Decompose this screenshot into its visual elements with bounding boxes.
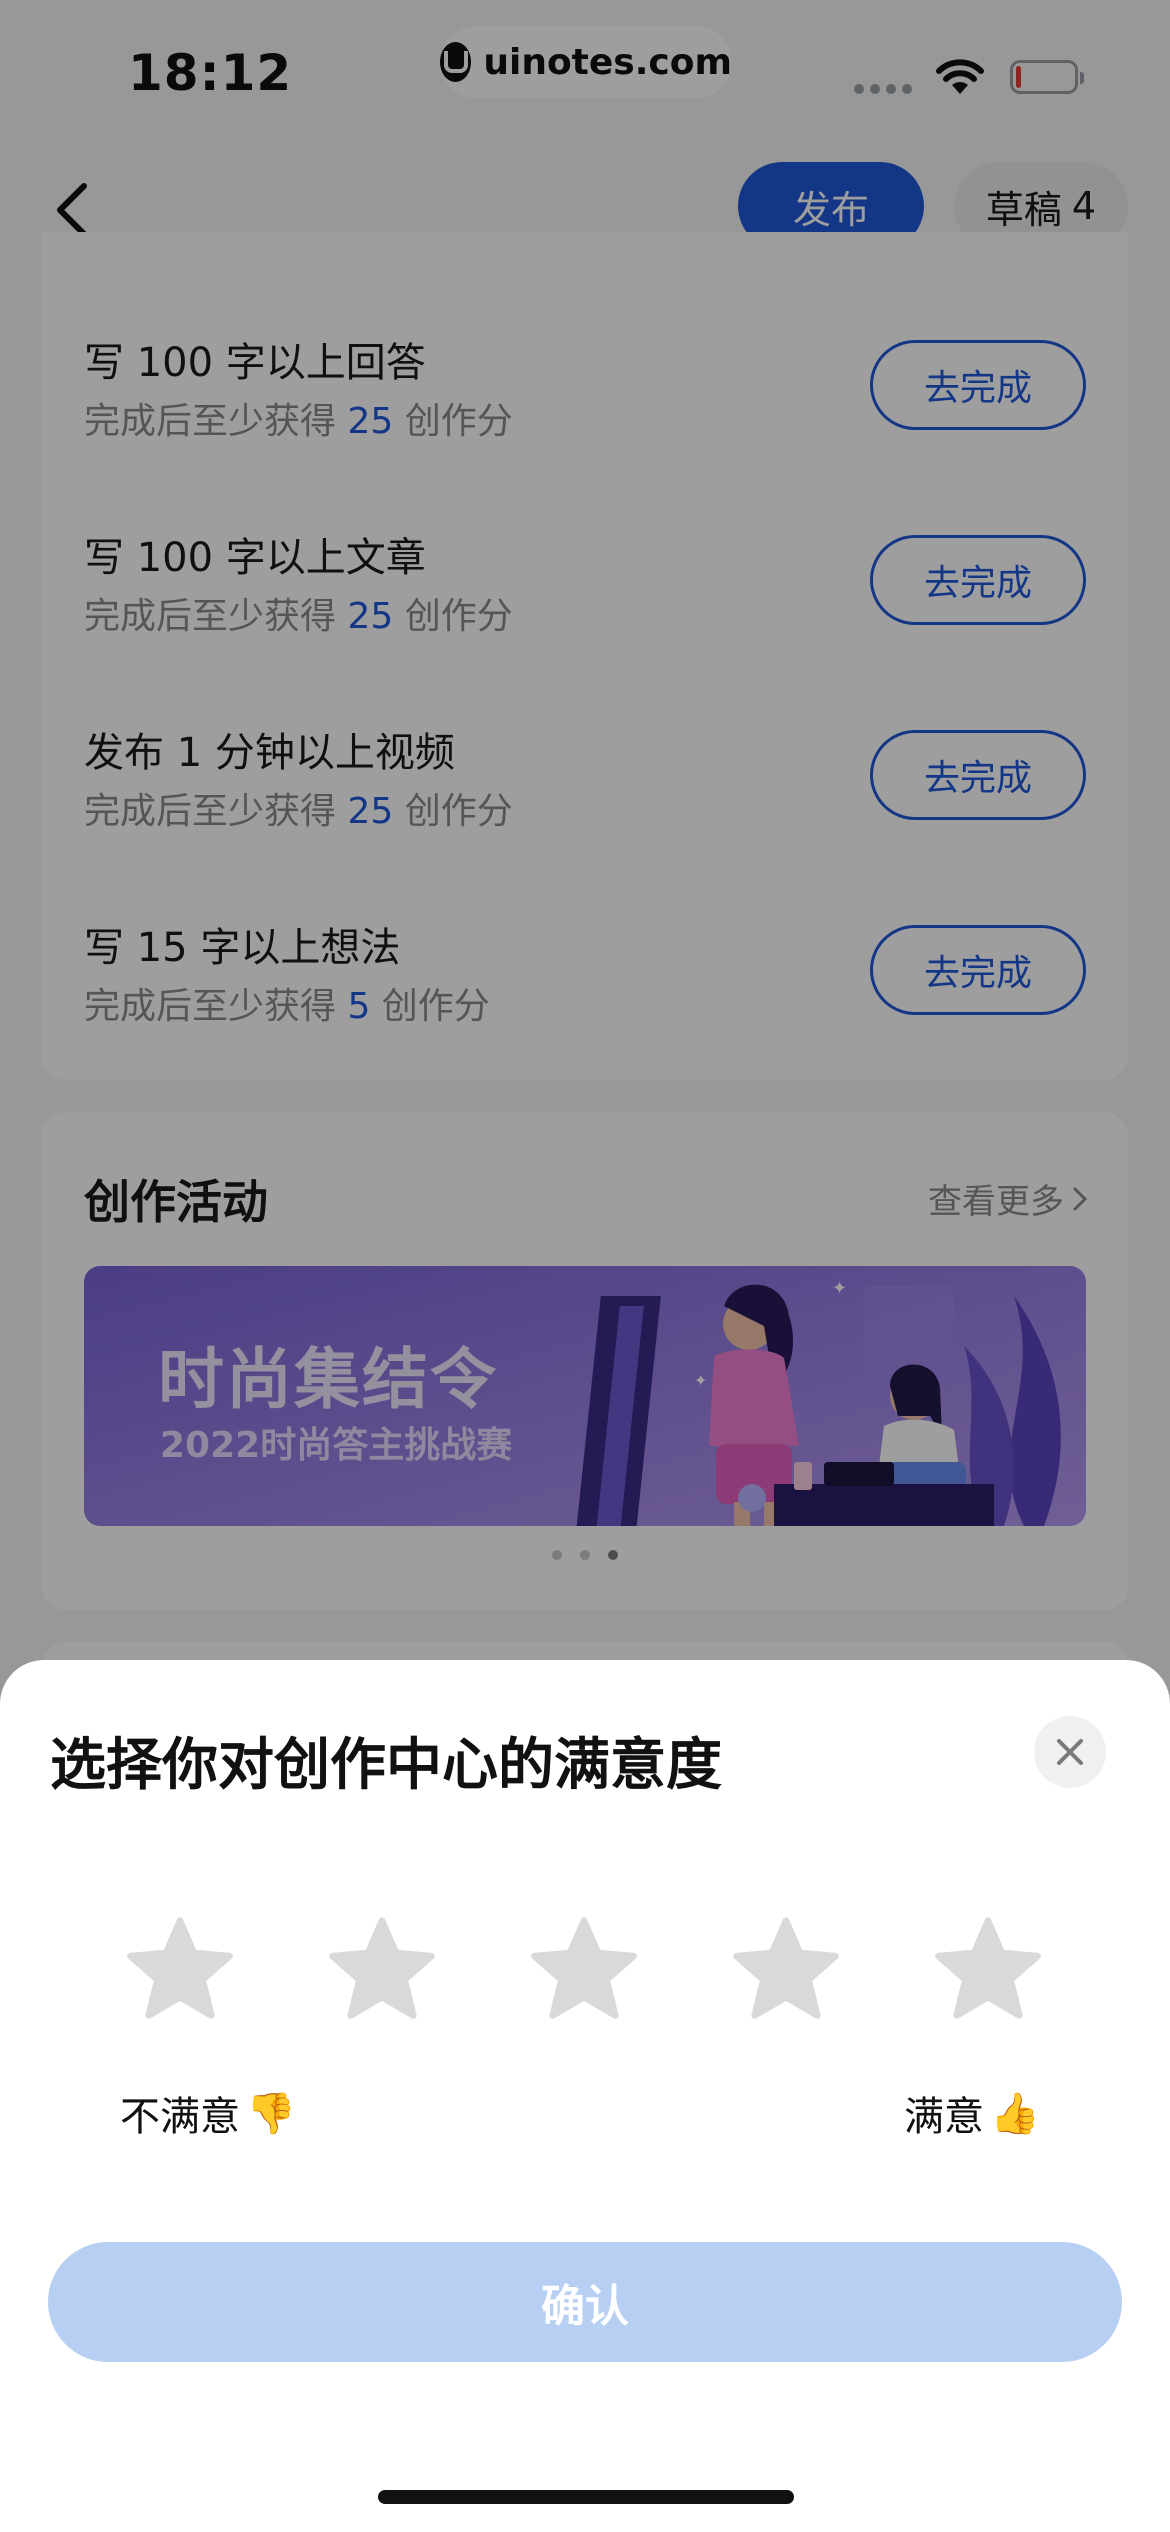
satisfied-label: 满意 👍: [904, 2090, 1040, 2141]
thumbs-down-icon: 👎: [246, 2090, 296, 2137]
satisfaction-sheet: 选择你对创作中心的满意度 不满意 👎 满意 👍 确认: [0, 1660, 1170, 2532]
star-4-icon[interactable]: [732, 1916, 840, 2020]
thumbs-up-icon: 👍: [990, 2090, 1040, 2137]
confirm-button[interactable]: 确认: [48, 2242, 1122, 2362]
star-rating: [126, 1916, 1044, 2026]
home-indicator: [378, 2490, 794, 2504]
star-5-icon[interactable]: [934, 1916, 1042, 2020]
star-3-icon[interactable]: [530, 1916, 638, 2020]
star-1-icon[interactable]: [126, 1916, 234, 2020]
sheet-title: 选择你对创作中心的满意度: [50, 1733, 722, 1798]
dissatisfied-label: 不满意 👎: [120, 2090, 296, 2141]
close-button[interactable]: [1034, 1716, 1106, 1788]
star-2-icon[interactable]: [328, 1916, 436, 2020]
close-icon: [1057, 1739, 1083, 1765]
